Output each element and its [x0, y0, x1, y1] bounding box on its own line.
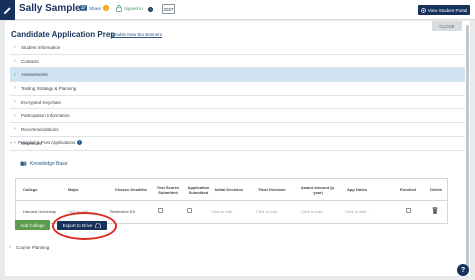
header-divider [16, 200, 447, 201]
knowledge-base-label: Knowledge Base [30, 161, 68, 167]
top-bar: Sally Sample Share 1 Signed in ? 2027 Vi… [0, 0, 475, 20]
portal-button-label: View Student Portal [427, 7, 468, 13]
info-icon[interactable]: i [77, 139, 83, 145]
share-count-badge: 1 [103, 5, 110, 11]
share-label: Share [89, 5, 102, 11]
chevron-down-icon: ⌄ [9, 139, 14, 145]
section-label: Contacts [21, 58, 39, 64]
col-header-final-decision: Final Decision [258, 187, 286, 192]
lock-icon [116, 5, 122, 12]
annotation-circle [52, 212, 117, 240]
help-icon[interactable]: ? [148, 7, 153, 12]
chevron-right-icon: › [9, 244, 11, 250]
section-testing-strategy[interactable]: › Testing Strategy & Planning [10, 82, 465, 96]
postapps-section-header[interactable]: ⌄ Potential & Post Applications i [9, 139, 83, 145]
help-button[interactable]: ? [457, 264, 469, 276]
edit-icon[interactable] [0, 0, 15, 20]
section-contacts[interactable]: › Contacts [10, 55, 465, 69]
chevron-right-icon: › [14, 99, 16, 106]
section-label: Participation Information [21, 113, 70, 119]
scrollbar[interactable] [466, 25, 469, 270]
cell-app-notes[interactable]: Click to edit... [345, 207, 369, 215]
enrolled-checkbox[interactable] [406, 208, 411, 213]
chevron-right-icon: › [14, 112, 16, 119]
cell-college: Harvard University [23, 208, 56, 214]
col-header-delete: Delete [429, 187, 442, 192]
chevron-right-icon: › [14, 44, 16, 51]
section-recommendations[interactable]: › Recommendations [10, 123, 465, 137]
section-label: Assessments [21, 72, 48, 78]
knowledge-base-link[interactable]: Knowledge Base [20, 161, 68, 167]
section-label: Student Information [21, 44, 61, 50]
section-label: Encrypted Keychain [21, 99, 62, 105]
app-submitted-checkbox[interactable] [187, 208, 192, 213]
col-header-initial-decision: Initial Decision [214, 187, 244, 192]
section-label: Course Planning [16, 244, 50, 250]
trash-icon[interactable] [432, 207, 438, 214]
col-header-college: College [23, 187, 38, 192]
enable-bio-banners-link[interactable]: Enable New Bio Banners [112, 32, 162, 37]
section-label: Testing Strategy & Planning [21, 85, 77, 91]
section-participation-information[interactable]: › Participation Information [10, 109, 465, 124]
page-title: Candidate Application Prep [11, 30, 116, 39]
postapps-heading: Potential & Post Applications [18, 139, 76, 145]
test-scores-checkbox[interactable] [158, 208, 163, 213]
col-header-app-submitted: Application Submitted [187, 184, 210, 195]
close-button[interactable]: CLOSE [432, 21, 462, 31]
add-college-button[interactable]: Add College [15, 220, 50, 230]
chevron-right-icon: › [14, 58, 16, 65]
chevron-right-icon: › [14, 126, 16, 133]
col-header-deadline: Chosen Deadline [114, 187, 148, 192]
signed-in-status: Signed in [116, 5, 143, 12]
chevron-right-icon: › [14, 71, 16, 78]
section-list: › Student Information › Contacts › Assessme… [10, 41, 465, 151]
col-header-test-scores: Test Scores Submitted [156, 184, 180, 195]
cell-final-decision[interactable]: Click to edit... [256, 207, 280, 215]
section-student-information[interactable]: › Student Information [10, 41, 465, 55]
chevron-right-icon: › [14, 85, 16, 92]
section-label: Recommendations [21, 126, 59, 132]
signed-in-label: Signed in [124, 6, 143, 11]
section-encrypted-keychain[interactable]: › Encrypted Keychain [10, 96, 465, 110]
col-header-app-notes: App Notes [347, 187, 367, 192]
portal-icon [420, 7, 426, 13]
cell-deadline[interactable]: Restrictive EA [110, 207, 135, 215]
col-header-enrolled: Enrolled [399, 187, 416, 192]
book-icon [20, 161, 27, 167]
col-header-major: Major [68, 187, 79, 192]
section-assessments[interactable]: › Assessments [10, 68, 465, 83]
cell-initial-decision[interactable]: Click to edit... [211, 207, 235, 215]
section-course-planning[interactable]: › Course Planning [9, 244, 49, 250]
view-student-portal-button[interactable]: View Student Portal [418, 5, 470, 15]
student-name: Sally Sample [19, 3, 81, 14]
year-selector[interactable]: 2027 [162, 4, 175, 14]
share-icon [80, 5, 87, 11]
share-button[interactable]: Share 1 [80, 5, 110, 11]
col-header-award-amount: Award Amount (p. year) [300, 184, 336, 195]
cell-award-amount[interactable]: Click to edit... [301, 207, 325, 215]
